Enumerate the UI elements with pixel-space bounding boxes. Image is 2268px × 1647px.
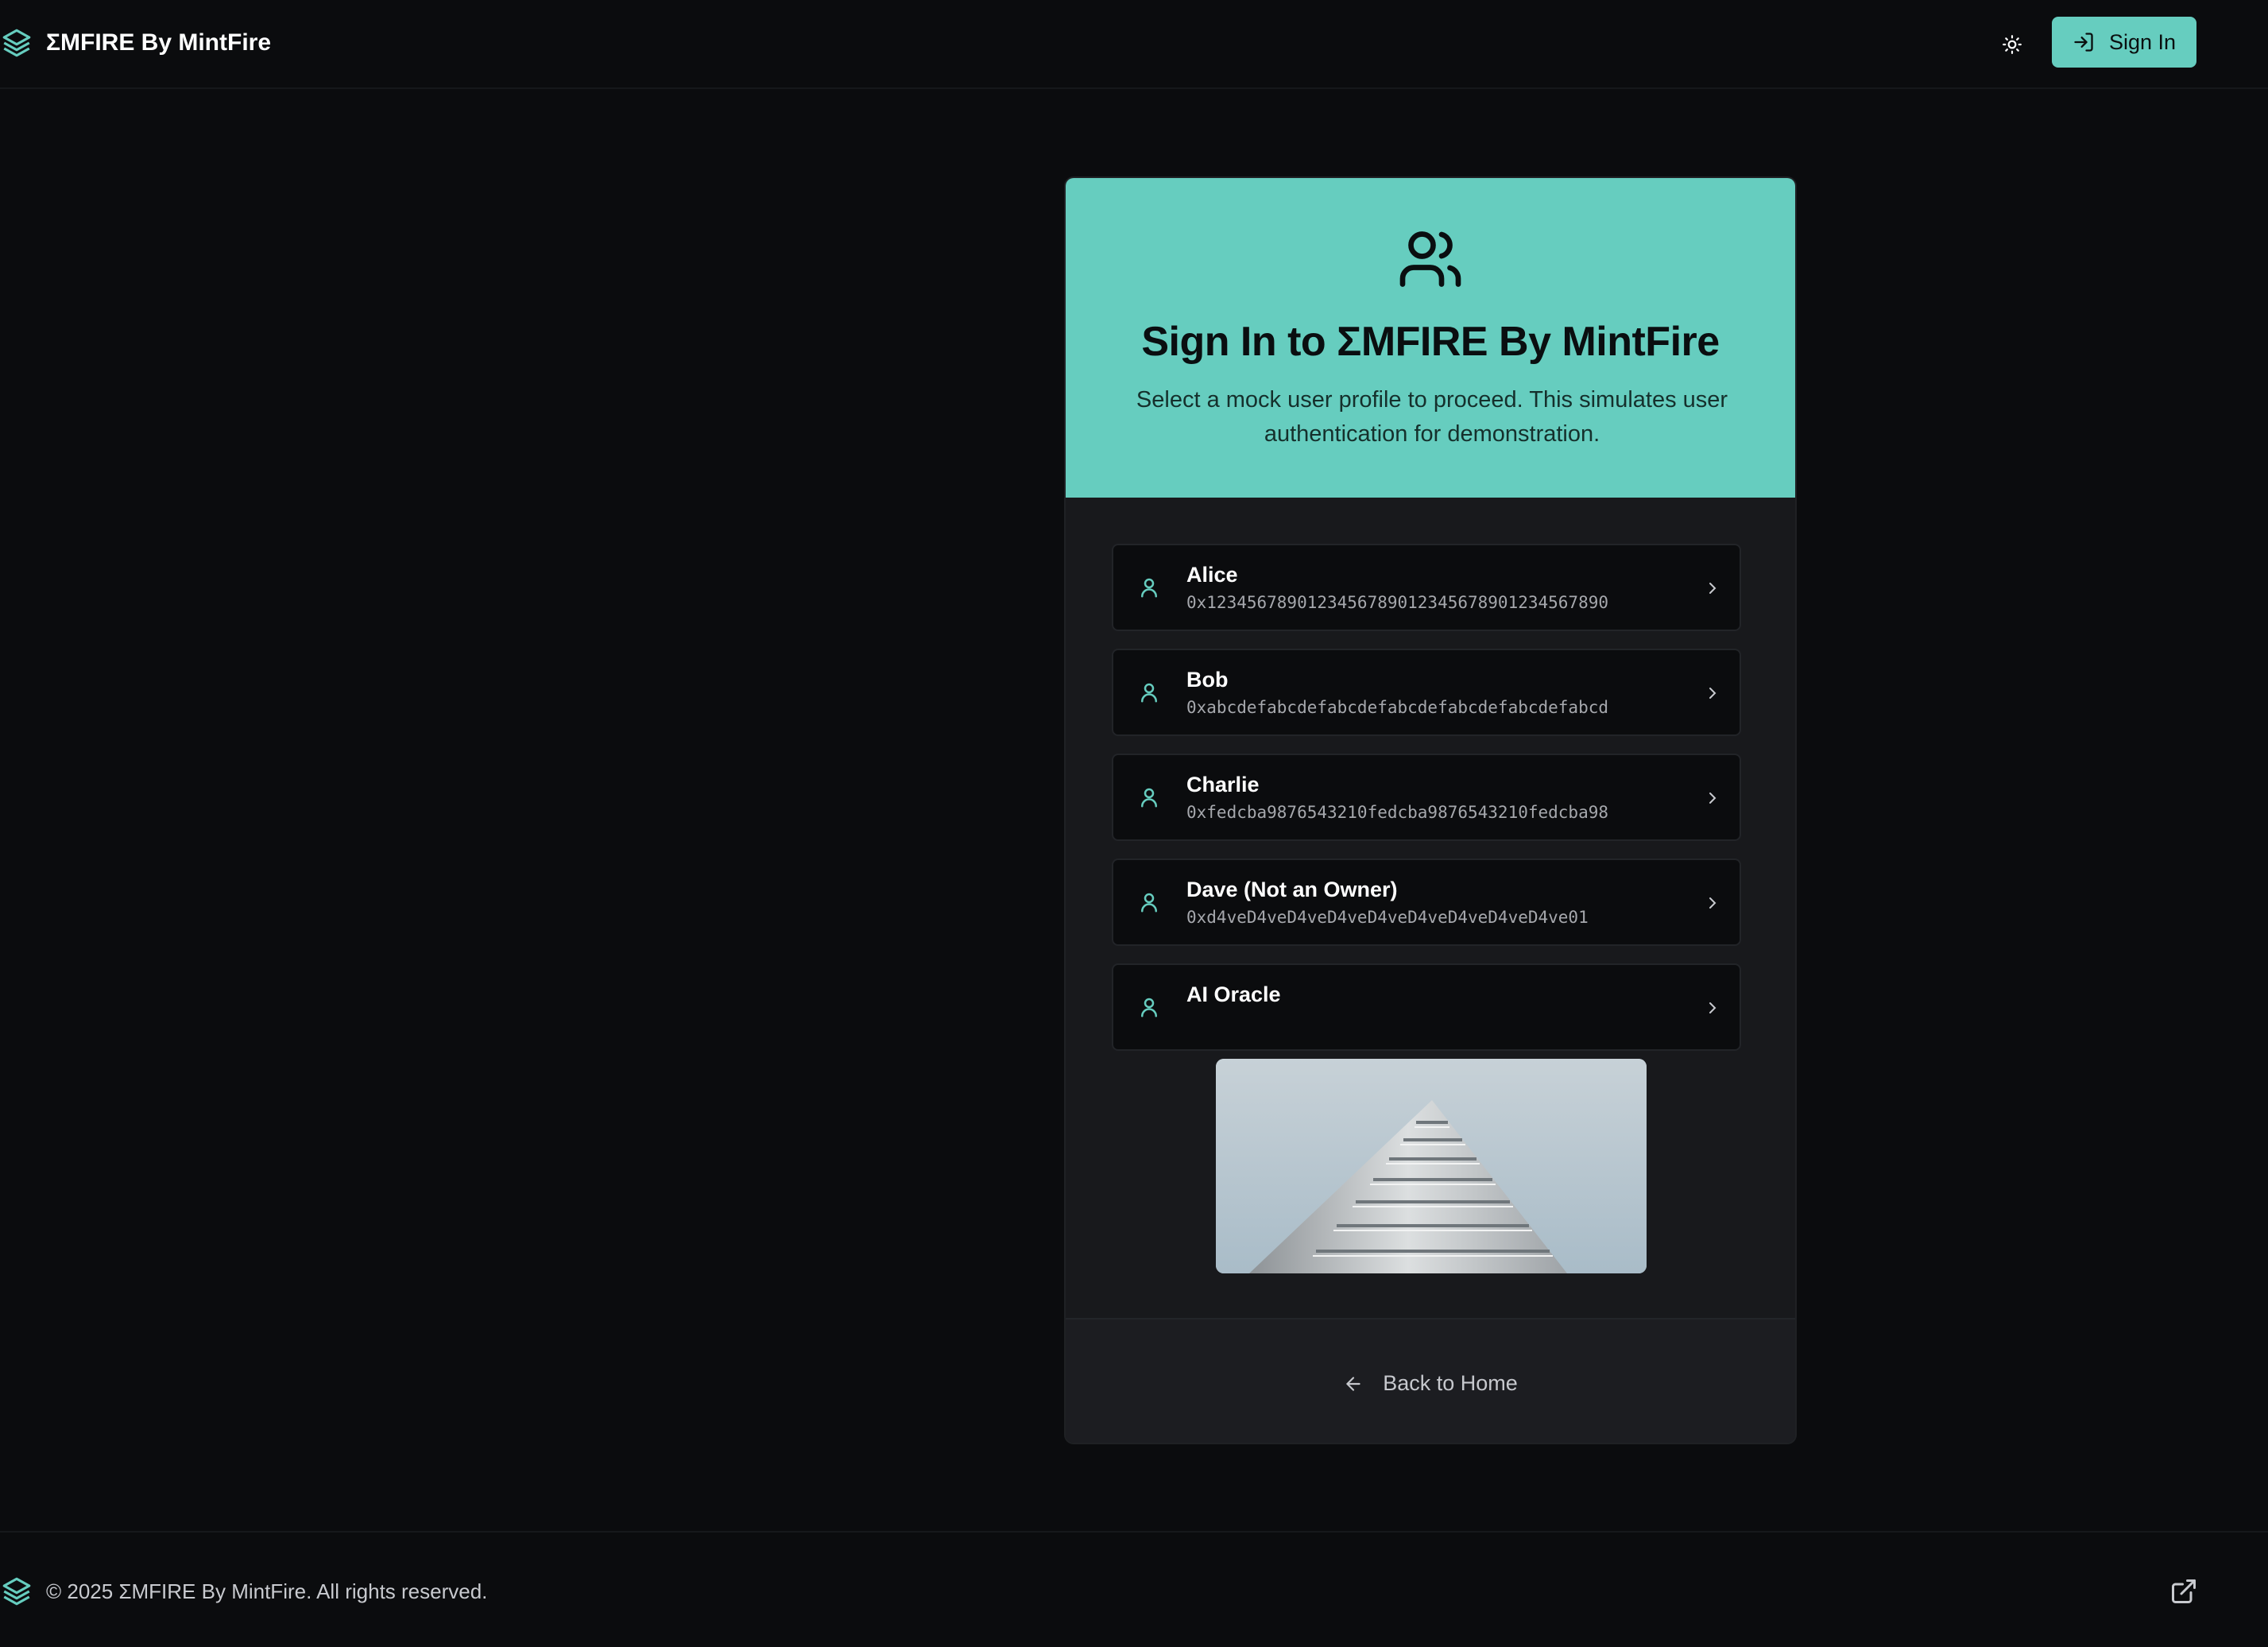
building-photo xyxy=(1216,1059,1647,1273)
card-title: Sign In to ΣMFIRE By MintFire xyxy=(1141,319,1720,365)
theme-toggle-button[interactable] xyxy=(1995,27,2030,62)
users-icon xyxy=(1399,231,1461,287)
site-footer: © 2025 ΣMFIRE By MintFire. All rights re… xyxy=(0,1531,2268,1647)
user-name: Charlie xyxy=(1186,773,1260,796)
footer-brand: © 2025 ΣMFIRE By MintFire. All rights re… xyxy=(0,1574,487,1609)
chevron-right-icon xyxy=(1709,897,1716,909)
user-address: 0x12345678901234567890123456789012345678… xyxy=(1186,593,1609,612)
chevron-right-icon xyxy=(1709,583,1716,594)
user-option-bob[interactable]: Bob 0xabcdefabcdefabcdefabcdefabcdefabcd… xyxy=(1112,649,1741,736)
user-option-ai-oracle[interactable]: AI Oracle xyxy=(1112,963,1741,1051)
sign-in-button[interactable]: Sign In xyxy=(2052,17,2196,68)
sign-in-label: Sign In xyxy=(2108,29,2177,54)
user-icon xyxy=(1141,893,1157,913)
user-address: 0xfedcba9876543210fedcba9876543210fedcba… xyxy=(1186,803,1609,822)
user-icon xyxy=(1141,788,1157,808)
copyright-text: © 2025 ΣMFIRE By MintFire. All rights re… xyxy=(46,1579,488,1603)
top-nav: ΣMFIRE By MintFire Sign In xyxy=(0,0,2268,89)
card-subtitle: Select a mock user profile to proceed. T… xyxy=(1136,387,1728,447)
sun-icon xyxy=(2003,35,2022,54)
arrow-left-icon xyxy=(1346,1376,1360,1391)
chevron-right-icon xyxy=(1709,688,1716,699)
user-icon xyxy=(1141,683,1157,703)
user-icon xyxy=(1141,998,1157,1017)
card-header: Sign In to ΣMFIRE By MintFire Select a m… xyxy=(1066,178,1795,498)
page: ΣMFIRE By MintFire Sign In Sign In to ΣM… xyxy=(0,0,2268,1647)
user-name: Bob xyxy=(1186,668,1229,692)
user-address: 0xd4veD4veD4veD4veD4veD4veD4veD4veD4ve01 xyxy=(1186,908,1589,927)
external-link-icon[interactable] xyxy=(2169,1577,2198,1606)
user-option-charlie[interactable]: Charlie 0xfedcba9876543210fedcba98765432… xyxy=(1112,754,1741,841)
user-icon xyxy=(1141,578,1157,598)
user-name: Alice xyxy=(1186,563,1238,587)
building-image xyxy=(1216,1059,1647,1273)
user-option-alice[interactable]: Alice 0x12345678901234567890123456789012… xyxy=(1112,544,1741,631)
user-name: Dave (Not an Owner) xyxy=(1186,878,1398,901)
brand-name: ΣMFIRE By MintFire xyxy=(46,29,272,56)
layers-logo-icon xyxy=(2,1577,31,1606)
chevron-right-icon xyxy=(1709,1002,1716,1013)
card-footer: Back to Home xyxy=(1066,1318,1795,1443)
back-to-home-link[interactable]: Back to Home xyxy=(1066,1320,1795,1443)
user-option-dave[interactable]: Dave (Not an Owner) 0xd4veD4veD4veD4veD4… xyxy=(1112,858,1741,946)
layers-logo-icon xyxy=(2,29,31,57)
user-address: 0xabcdefabcdefabcdefabcdefabcdefabcdefab… xyxy=(1186,698,1609,717)
back-to-home-label: Back to Home xyxy=(1383,1371,1518,1395)
brand-link[interactable]: ΣMFIRE By MintFire xyxy=(0,24,271,62)
sign-in-card: Sign In to ΣMFIRE By MintFire Select a m… xyxy=(1064,176,1797,1444)
user-name: AI Oracle xyxy=(1186,982,1281,1006)
chevron-right-icon xyxy=(1709,792,1716,804)
log-in-icon xyxy=(2074,33,2093,52)
